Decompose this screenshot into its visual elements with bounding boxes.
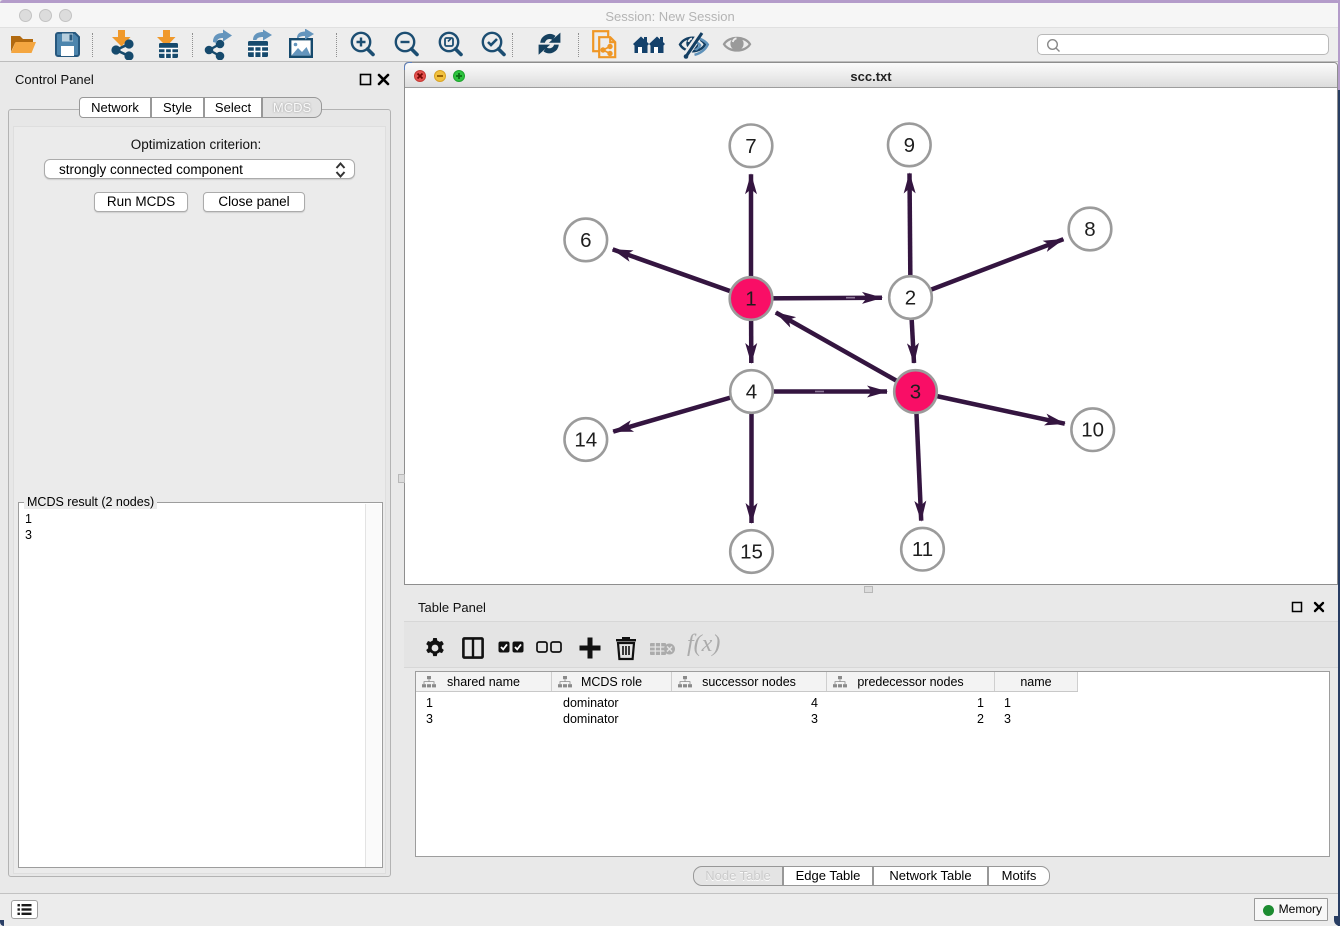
- svg-text:4: 4: [746, 381, 757, 404]
- svg-text:14: 14: [574, 429, 597, 452]
- svg-text:2: 2: [905, 287, 916, 310]
- svg-text:1: 1: [745, 288, 756, 311]
- svg-text:11: 11: [912, 538, 933, 561]
- svg-text:8: 8: [1084, 218, 1095, 241]
- svg-text:9: 9: [904, 134, 915, 157]
- svg-text:15: 15: [740, 541, 763, 564]
- svg-text:6: 6: [580, 229, 591, 252]
- svg-text:10: 10: [1081, 419, 1104, 442]
- svg-text:7: 7: [745, 135, 756, 158]
- svg-text:3: 3: [910, 381, 921, 404]
